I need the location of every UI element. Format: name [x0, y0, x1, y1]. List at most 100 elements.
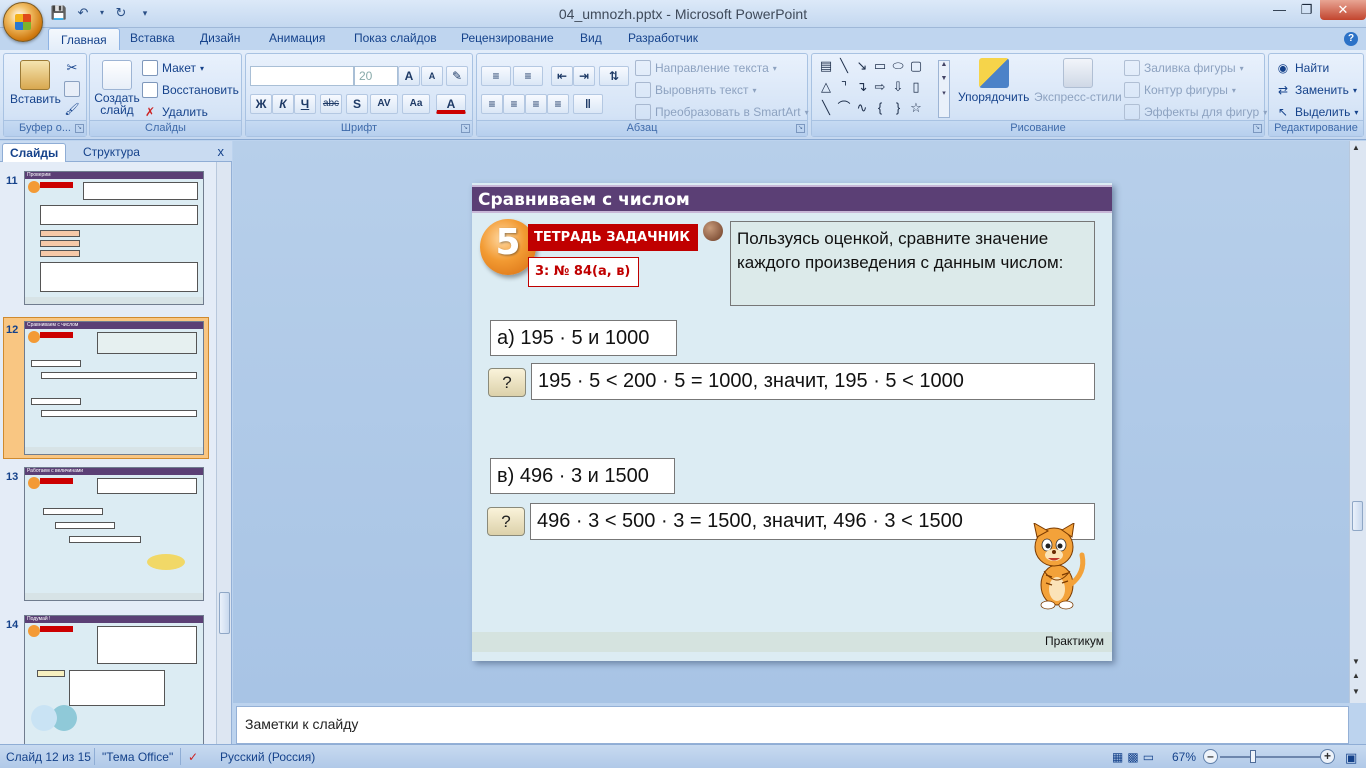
- next-slide-icon[interactable]: ▼: [1352, 687, 1360, 696]
- scrollbar-thumb[interactable]: [219, 592, 230, 634]
- delete-slide-button[interactable]: ✗ Удалить: [142, 104, 208, 120]
- hint-a-button[interactable]: ?: [488, 368, 526, 397]
- extra-shape-icon[interactable]: [926, 58, 942, 74]
- quick-styles-button[interactable]: Экспресс-стили: [1034, 58, 1122, 104]
- zoom-level[interactable]: 67%: [1172, 750, 1196, 764]
- oval-shape-icon[interactable]: ⬭: [890, 58, 906, 74]
- shape-fill-button[interactable]: Заливка фигуры ▾: [1124, 60, 1244, 76]
- scrollbar-thumb[interactable]: [1352, 501, 1363, 531]
- align-text-button[interactable]: Выровнять текст ▾: [635, 82, 757, 98]
- bold-button[interactable]: Ж: [250, 94, 272, 114]
- right-brace-shape-icon[interactable]: }: [890, 100, 906, 116]
- grow-font-button[interactable]: A: [398, 66, 420, 86]
- font-size-input[interactable]: 20: [354, 66, 398, 86]
- curve-shape-icon[interactable]: ∿: [854, 100, 870, 116]
- find-button[interactable]: ◉ Найти: [1275, 60, 1330, 76]
- shape-outline-button[interactable]: Контур фигуры ▾: [1124, 82, 1236, 98]
- task-reference[interactable]: 3: № 84(а, в): [528, 257, 639, 287]
- callout-shape-icon[interactable]: ▯: [908, 79, 924, 95]
- book-label[interactable]: ТЕТРАДЬ ЗАДАЧНИК: [528, 224, 698, 251]
- dialog-launcher-icon[interactable]: ↘: [796, 124, 805, 133]
- reset-button[interactable]: Восстановить: [142, 82, 239, 98]
- select-button[interactable]: ↖ Выделить ▾: [1275, 104, 1358, 120]
- zoom-in-button[interactable]: +: [1320, 749, 1335, 764]
- slide-thumbnail[interactable]: Подумай !: [24, 615, 204, 745]
- clear-format-button[interactable]: ✎: [446, 66, 468, 86]
- extra-shape-icon[interactable]: [926, 79, 942, 95]
- fit-to-window-icon[interactable]: ▣: [1345, 750, 1357, 766]
- shape-effects-button[interactable]: Эффекты для фигур ▾: [1124, 104, 1267, 120]
- slideshow-icon[interactable]: ▭: [1143, 750, 1158, 764]
- justify-button[interactable]: ≡: [547, 94, 569, 114]
- rectangle-shape-icon[interactable]: ▭: [872, 58, 888, 74]
- right-arrow-shape-icon[interactable]: ⇨: [872, 79, 888, 95]
- tab-animation[interactable]: Анимация: [269, 31, 325, 45]
- columns-button[interactable]: ‖: [573, 94, 603, 114]
- shrink-font-button[interactable]: A: [421, 66, 443, 86]
- italic-button[interactable]: К: [272, 94, 294, 114]
- bullets-button[interactable]: ≡: [481, 66, 511, 86]
- close-icon[interactable]: x: [218, 144, 225, 159]
- task-b-box[interactable]: в) 496 · 3 и 1500: [490, 458, 675, 494]
- line-spacing-button[interactable]: ⇅: [599, 66, 629, 86]
- tab-view[interactable]: Вид: [580, 31, 602, 45]
- layout-button[interactable]: Макет ▾: [142, 60, 204, 76]
- increase-indent-button[interactable]: ⇥: [573, 66, 595, 86]
- backslash-shape-icon[interactable]: ╲: [818, 100, 834, 116]
- scroll-down-icon[interactable]: ▼: [1352, 657, 1360, 666]
- connector-shape-icon[interactable]: ⌝: [836, 79, 852, 95]
- tab-insert[interactable]: Вставка: [130, 31, 175, 45]
- tab-slideshow[interactable]: Показ слайдов: [354, 31, 437, 45]
- font-color-button[interactable]: A: [436, 94, 466, 114]
- spellcheck-icon[interactable]: ✓: [188, 750, 198, 764]
- answer-b-box[interactable]: 496 · 3 < 500 · 3 = 1500, значит, 496 · …: [530, 503, 1095, 540]
- dialog-launcher-icon[interactable]: ↘: [461, 124, 470, 133]
- decrease-indent-button[interactable]: ⇤: [551, 66, 573, 86]
- slide-sorter-icon[interactable]: ▩: [1127, 750, 1142, 764]
- arc-shape-icon[interactable]: ⌒: [836, 100, 852, 116]
- smartart-button[interactable]: Преобразовать в SmartArt ▾: [635, 104, 809, 120]
- extra-shape-icon[interactable]: [926, 100, 942, 116]
- previous-slide-icon[interactable]: ▲: [1352, 671, 1360, 680]
- text-direction-button[interactable]: Направление текста ▾: [635, 60, 777, 76]
- tab-home[interactable]: Главная: [48, 28, 120, 51]
- shadow-button[interactable]: S: [346, 94, 368, 114]
- align-left-button[interactable]: ≡: [481, 94, 503, 114]
- left-brace-shape-icon[interactable]: {: [872, 100, 888, 116]
- tab-outline[interactable]: Структура: [76, 143, 147, 162]
- zoom-out-button[interactable]: –: [1203, 749, 1218, 764]
- button-icon[interactable]: [703, 221, 723, 241]
- tab-developer[interactable]: Разработчик: [628, 31, 698, 45]
- tab-slides[interactable]: Слайды: [2, 143, 67, 162]
- line-shape-icon[interactable]: ╲: [836, 58, 852, 74]
- thumbnails-scrollbar[interactable]: [216, 162, 231, 744]
- align-right-button[interactable]: ≡: [525, 94, 547, 114]
- tab-review[interactable]: Рецензирование: [461, 31, 554, 45]
- instruction-box[interactable]: Пользуясь оценкой, сравните значение каж…: [730, 221, 1095, 306]
- replace-button[interactable]: ⇄ Заменить ▾: [1275, 82, 1357, 98]
- change-case-button[interactable]: Aa: [402, 94, 430, 114]
- star-shape-icon[interactable]: ☆: [908, 100, 924, 116]
- task-a-box[interactable]: а) 195 · 5 и 1000: [490, 320, 677, 356]
- answer-a-box[interactable]: 195 · 5 < 200 · 5 = 1000, значит, 195 · …: [531, 363, 1095, 400]
- slide-thumbnail[interactable]: Работаем с величинами: [24, 467, 204, 601]
- language-indicator[interactable]: Русский (Россия): [220, 750, 315, 764]
- format-painter-icon[interactable]: 🖌: [64, 102, 80, 118]
- cut-icon[interactable]: ✂: [64, 60, 80, 76]
- minimize-button[interactable]: —: [1266, 0, 1293, 20]
- triangle-shape-icon[interactable]: △: [818, 79, 834, 95]
- rounded-rect-shape-icon[interactable]: ▢: [908, 58, 924, 74]
- slide-thumbnail[interactable]: Проверим: [24, 171, 204, 305]
- help-icon[interactable]: ?: [1344, 32, 1358, 46]
- elbow-connector-shape-icon[interactable]: ↴: [854, 79, 870, 95]
- strikethrough-button[interactable]: abc: [320, 94, 342, 114]
- hint-b-button[interactable]: ?: [487, 507, 525, 536]
- new-slide-button[interactable]: Создать слайд: [94, 60, 140, 116]
- theme-name[interactable]: "Тема Office": [102, 750, 173, 764]
- scroll-up-icon[interactable]: ▲: [1352, 143, 1360, 152]
- textbox-shape-icon[interactable]: ▤: [818, 58, 834, 74]
- office-button[interactable]: [3, 2, 43, 42]
- arrow-line-shape-icon[interactable]: ↘: [854, 58, 870, 74]
- dialog-launcher-icon[interactable]: ↘: [75, 124, 84, 133]
- dialog-launcher-icon[interactable]: ↘: [1253, 124, 1262, 133]
